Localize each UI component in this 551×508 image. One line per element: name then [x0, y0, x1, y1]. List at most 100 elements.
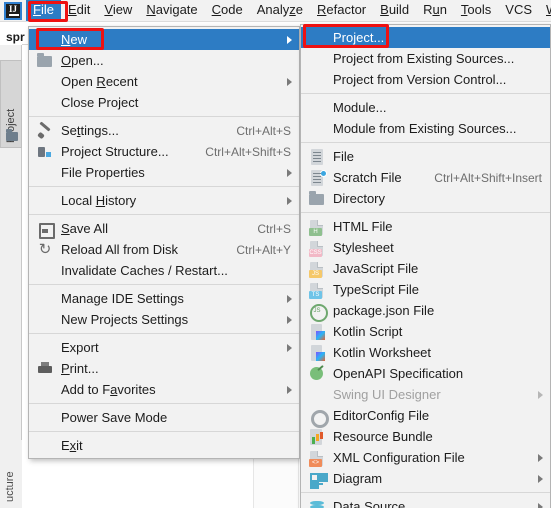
menu-navigate[interactable]: Navigate — [139, 0, 204, 21]
new-menu-item-data-source[interactable]: Data Source — [301, 496, 550, 508]
folder-icon — [309, 190, 324, 205]
submenu-arrow-icon — [287, 294, 292, 303]
new-menu-item-project-from-existing-sources[interactable]: Project from Existing Sources... — [301, 48, 550, 69]
menu-item-shortcut: Ctrl+Alt+Shift+Insert — [434, 170, 542, 185]
menu-item-label: Print... — [61, 361, 99, 376]
new-menu-item-project-from-version-control[interactable]: Project from Version Control... — [301, 69, 550, 90]
new-menu-item-file[interactable]: File — [301, 146, 550, 167]
menu-item-label: TypeScript File — [333, 282, 419, 297]
kotlin-icon — [309, 344, 325, 361]
tool-window-structure-label: ucture — [4, 471, 16, 502]
menu-item-label: Export — [61, 340, 99, 355]
menu-file[interactable]: File — [26, 0, 61, 21]
project-name-label: spr — [6, 30, 25, 44]
new-menu-item-javascript-file[interactable]: JS JavaScript File — [301, 258, 550, 279]
file-menu-item-reload-all-from-disk[interactable]: ↻ Reload All from Disk Ctrl+Alt+Y — [29, 239, 299, 260]
submenu-arrow-icon — [287, 196, 292, 205]
new-menu-item-editorconfig-file[interactable]: EditorConfig File — [301, 405, 550, 428]
new-menu-item-openapi-specification[interactable]: OpenAPI Specification — [301, 363, 550, 384]
menu-vcs[interactable]: VCS — [498, 0, 539, 21]
file-menu-item-add-to-favorites[interactable]: Add to Favorites — [29, 379, 299, 400]
file-menu-item-export[interactable]: Export — [29, 337, 299, 358]
menu-tools[interactable]: Tools — [454, 0, 498, 21]
ide-window: spr 26 27 28 29 Project ucture IJ FileEd… — [0, 0, 551, 508]
menu-item-shortcut: Ctrl+Alt+S — [236, 123, 291, 138]
menu-item-label: Manage IDE Settings — [61, 291, 184, 306]
nodejs-icon — [309, 303, 328, 322]
file-menu-item-invalidate-caches-restart[interactable]: Invalidate Caches / Restart... — [29, 260, 299, 281]
submenu-arrow-icon — [538, 474, 543, 483]
file-menu-item-settings[interactable]: Settings... Ctrl+Alt+S — [29, 120, 299, 141]
menu-refactor[interactable]: Refactor — [310, 0, 373, 21]
new-menu-item-typescript-file[interactable]: TS TypeScript File — [301, 279, 550, 300]
file-menu-item-file-properties[interactable]: File Properties — [29, 162, 299, 183]
new-menu-item-scratch-file[interactable]: Scratch File Ctrl+Alt+Shift+Insert — [301, 167, 550, 188]
menu-code[interactable]: Code — [205, 0, 250, 21]
save-icon — [37, 221, 55, 239]
menu-item-label: Stylesheet — [333, 240, 394, 255]
menu-build[interactable]: Build — [373, 0, 416, 21]
file-menu-item-open[interactable]: Open... — [29, 50, 299, 71]
submenu-arrow-icon — [538, 502, 543, 508]
xml-file-icon: <> — [309, 450, 323, 467]
menu-item-label: Directory — [333, 191, 386, 206]
new-menu-item-module[interactable]: Module... — [301, 97, 550, 118]
file-menu-item-power-save-mode[interactable]: Power Save Mode — [29, 407, 299, 428]
menu-bar: IJ File Edit View Navigate Code Analyze Refact… — [0, 0, 551, 22]
ts-file-icon: TS — [309, 282, 323, 299]
new-submenu-popup[interactable]: Project... Project from Existing Sources.… — [300, 24, 551, 508]
file-icon — [309, 148, 325, 165]
new-menu-item-html-file[interactable]: H HTML File — [301, 216, 550, 237]
menu-edit[interactable]: Edit — [61, 0, 97, 21]
css-file-icon: CSS — [309, 240, 323, 257]
file-menu-item-save-all[interactable]: Save All Ctrl+S — [29, 218, 299, 239]
new-menu-item-module-from-existing-sources[interactable]: Module from Existing Sources... — [301, 118, 550, 139]
menu-item-label: File Properties — [61, 165, 145, 180]
file-menu-item-open-recent[interactable]: Open Recent — [29, 71, 299, 92]
menu-item-label: Local History — [61, 193, 137, 208]
tool-window-button-project[interactable]: Project — [0, 60, 22, 148]
file-menu-item-manage-ide-settings[interactable]: Manage IDE Settings — [29, 288, 299, 309]
file-menu-item-close-project[interactable]: Close Project — [29, 92, 299, 113]
new-menu-item-resource-bundle[interactable]: Resource Bundle — [301, 426, 550, 447]
menu-item-label: Resource Bundle — [333, 429, 433, 444]
menu-wind[interactable]: Wind — [539, 0, 551, 21]
menu-item-label: Kotlin Worksheet — [333, 345, 432, 360]
file-menu-item-new-projects-settings[interactable]: New Projects Settings — [29, 309, 299, 330]
new-menu-item-project[interactable]: Project... — [301, 27, 550, 48]
intellij-logo-icon: IJ — [4, 1, 22, 20]
file-menu-item-local-history[interactable]: Local History — [29, 190, 299, 211]
file-menu-item-exit[interactable]: Exit — [29, 435, 299, 456]
new-menu-item-directory[interactable]: Directory — [301, 188, 550, 209]
menu-item-label: Open... — [61, 53, 104, 68]
menu-item-label: Project from Existing Sources... — [333, 51, 515, 66]
menu-item-label: Project... — [333, 30, 385, 45]
new-menu-item-xml-configuration-file[interactable]: <> XML Configuration File — [301, 447, 550, 468]
new-menu-item-diagram[interactable]: Diagram — [301, 468, 550, 489]
tool-window-button-structure[interactable]: ucture — [0, 440, 22, 508]
menu-separator — [301, 93, 550, 94]
file-menu-item-print[interactable]: Print... — [29, 358, 299, 379]
new-menu-item-stylesheet[interactable]: CSS Stylesheet — [301, 237, 550, 258]
menu-item-label: OpenAPI Specification — [333, 366, 464, 381]
menu-item-shortcut: Ctrl+Alt+Shift+S — [205, 144, 291, 159]
file-menu-item-new[interactable]: New — [29, 29, 299, 50]
menu-view[interactable]: View — [97, 0, 139, 21]
submenu-arrow-icon — [287, 35, 292, 44]
menu-item-label: Close Project — [61, 95, 139, 110]
menu-separator — [29, 214, 299, 215]
new-menu-item-package-json-file[interactable]: package.json File — [301, 300, 550, 322]
file-menu-item-project-structure[interactable]: Project Structure... Ctrl+Alt+Shift+S — [29, 141, 299, 162]
printer-icon — [37, 361, 53, 377]
file-menu-popup[interactable]: New Open... Open Recent Close Project Settin… — [28, 26, 300, 459]
menu-run[interactable]: Run — [416, 0, 454, 21]
new-menu-item-kotlin-worksheet[interactable]: Kotlin Worksheet — [301, 342, 550, 363]
menu-item-label: Swing UI Designer — [333, 387, 441, 402]
logo-underbar — [9, 13, 19, 16]
menu-item-label: Module from Existing Sources... — [333, 121, 517, 136]
new-menu-item-kotlin-script[interactable]: Kotlin Script — [301, 321, 550, 342]
menu-item-label: Project Structure... — [61, 144, 169, 159]
submenu-arrow-icon — [538, 453, 543, 462]
menu-separator — [301, 492, 550, 493]
menu-analyze[interactable]: Analyze — [250, 0, 310, 21]
